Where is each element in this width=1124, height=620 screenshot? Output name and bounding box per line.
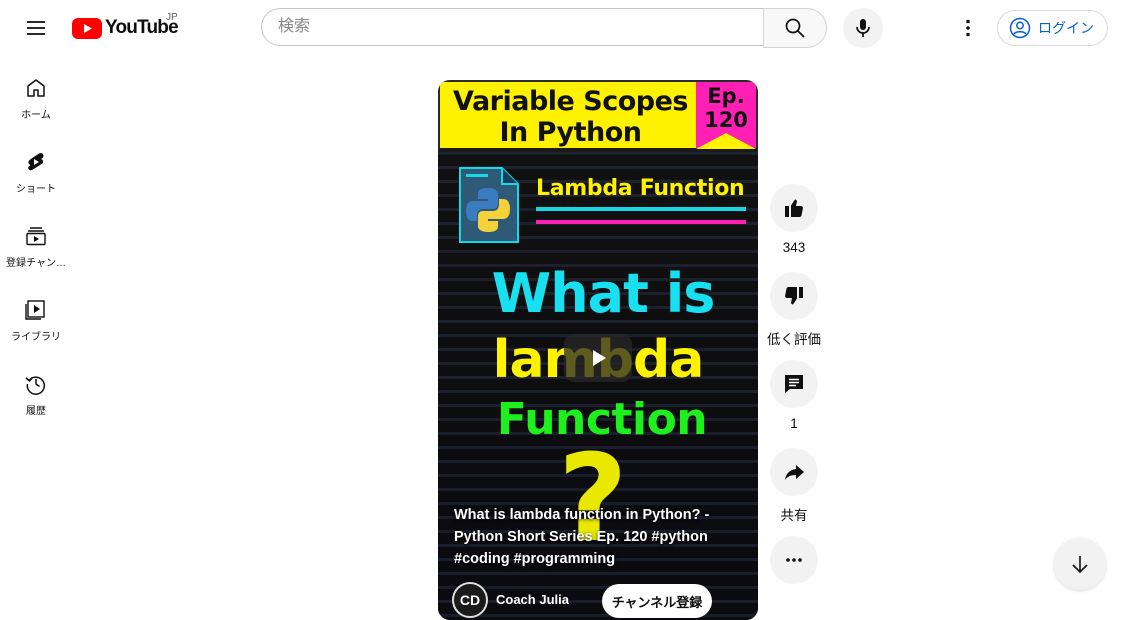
play-icon [593,350,606,366]
banner-title: Variable Scopes In Python [453,86,688,148]
shorts-video-player[interactable]: Variable Scopes In Python Ep. 120 Lambda… [438,80,758,620]
sidebar-item-label: ライブラリ [11,332,61,343]
history-icon [25,376,46,395]
youtube-play-logo-icon [72,17,102,39]
voice-search-button[interactable] [843,8,883,48]
pink-underline [536,220,746,224]
region-code: JP [166,12,178,23]
episode-badge: Ep. 120 [696,82,756,149]
hamburger-menu-icon [27,21,45,35]
sidebar-item-history[interactable]: 履歴 [4,356,68,430]
thumbnail-heading: Lambda Function [536,176,745,201]
sidebar-item-label: ホーム [21,110,51,121]
search-box [261,8,763,46]
mini-guide-sidebar: ホーム ショート 登録チャン… ライブラリ 履歴 [4,60,68,430]
share-arrow-icon [785,465,804,480]
dislike-action: 低く評価 [767,272,821,348]
big-text-line-1: What is [491,262,716,325]
more-actions-button[interactable] [770,536,818,584]
thumbnail-banner: Variable Scopes In Python Ep. 120 [438,80,758,152]
more-vertical-icon [966,19,970,37]
sidebar-item-library[interactable]: ライブラリ [4,282,68,356]
login-button[interactable]: ログイン [997,10,1108,46]
comment-count: 1 [790,416,798,431]
search-button[interactable] [763,8,827,48]
like-action: 343 [770,184,818,255]
share-action: 共有 [770,448,818,524]
play-button[interactable] [564,334,632,382]
comment-action: 1 [770,360,818,431]
subscriptions-icon [26,227,46,246]
episode-badge-text: Ep. 120 [704,84,748,132]
cyan-underline [536,207,746,211]
share-label: 共有 [780,508,808,523]
more-horizontal-icon [786,558,802,562]
sidebar-item-shorts[interactable]: ショート [4,134,68,208]
channel-row: CD Coach Julia チャンネル登録 [452,580,752,620]
account-circle-icon [1009,17,1031,39]
video-title-caption[interactable]: What is lambda function in Python? - Pyt… [454,504,742,570]
like-button[interactable] [770,184,818,232]
badge-arrow-shape [696,133,756,149]
home-icon [27,79,45,97]
shorts-icon [28,153,44,171]
sidebar-item-home[interactable]: ホーム [4,60,68,134]
python-file-icon [459,167,519,243]
next-video-button[interactable] [1054,538,1106,590]
sidebar-item-label: 登録チャン… [6,258,66,269]
sidebar-item-subscriptions[interactable]: 登録チャン… [4,208,68,282]
arrow-down-icon [1072,556,1088,574]
sidebar-item-label: 履歴 [26,406,46,417]
masthead: YouTube JP ログイン [0,0,1124,56]
thumbs-up-icon [785,199,803,217]
thumbs-down-icon [785,287,803,305]
subscribe-button[interactable]: チャンネル登録 [602,584,712,618]
microphone-icon [856,19,870,37]
like-count: 343 [782,240,806,255]
search-icon [785,18,805,38]
library-icon [25,300,45,320]
guide-menu-button[interactable] [16,8,56,48]
search-input[interactable] [262,9,738,45]
sidebar-item-label: ショート [16,184,56,195]
dislike-label: 低く評価 [767,332,821,347]
youtube-logo[interactable]: YouTube [72,16,179,40]
channel-avatar[interactable]: CD [452,582,488,618]
comment-button[interactable] [770,360,818,408]
dislike-button[interactable] [770,272,818,320]
login-label: ログイン [1038,20,1094,36]
more-action [770,536,818,584]
settings-more-button[interactable] [948,8,988,48]
comment-icon [785,375,803,393]
share-button[interactable] [770,448,818,496]
